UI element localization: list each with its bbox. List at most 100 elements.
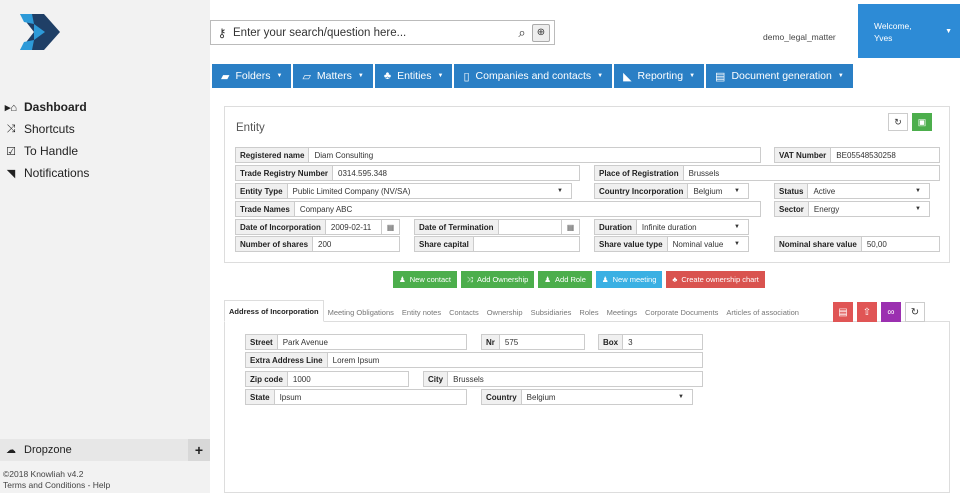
calendar-icon[interactable]: ▦	[381, 220, 399, 234]
state-field[interactable]: State Ipsum	[245, 389, 467, 405]
sidebar: ▸⌂ Dashboard ⤨ Shortcuts ☑ To Handle ◥ N…	[0, 0, 210, 493]
registered-name-field[interactable]: Registered name Diam Consulting	[235, 147, 761, 163]
current-matter: demo_legal_matter	[763, 32, 836, 42]
app-logo[interactable]	[14, 10, 64, 54]
dropzone[interactable]: ☁ Dropzone +	[0, 439, 210, 461]
menu-document-generation[interactable]: ▤ Document generation ▼	[706, 64, 853, 88]
box-field[interactable]: Box 3	[598, 334, 703, 350]
field-label: Share capital	[415, 237, 474, 251]
menu-companies-contacts[interactable]: ▯ Companies and contacts ▼	[454, 64, 613, 88]
nominal-share-value-field[interactable]: Nominal share value 50,00	[774, 236, 940, 252]
place-registration-field[interactable]: Place of Registration Brussels	[594, 165, 940, 181]
field-value: Infinite duration	[641, 222, 697, 232]
date-termination-field[interactable]: Date of Termination ▦	[414, 219, 580, 235]
field-label: State	[246, 390, 275, 404]
button-label: New contact	[409, 275, 452, 284]
tab-entity-notes[interactable]: Entity notes	[398, 303, 445, 321]
main-menu: ▰ Folders ▼ ▱ Matters ▼ ♣ Entities ▼ ▯ Companie…	[212, 64, 853, 88]
field-value: Public Limited Company (NV/SA)	[292, 186, 411, 196]
caret-down-icon: ▼	[734, 224, 740, 230]
refresh-button[interactable]: ↻	[888, 113, 908, 131]
footer-links[interactable]: Terms and Conditions - Help	[3, 480, 110, 491]
dropzone-add-button[interactable]: +	[188, 439, 210, 461]
sector-select[interactable]: Sector Energy ▼	[774, 201, 930, 217]
sidebar-item-to-handle[interactable]: ☑ To Handle	[0, 140, 89, 162]
menu-label: Folders	[235, 70, 271, 82]
tab-meetings[interactable]: Meetings	[603, 303, 641, 321]
tab-contacts[interactable]: Contacts	[445, 303, 483, 321]
upload-button[interactable]: ⇧	[857, 302, 877, 322]
sidebar-item-notifications[interactable]: ◥ Notifications	[0, 162, 90, 184]
sidebar-item-label: To Handle	[24, 144, 79, 158]
add-role-button[interactable]: ♟ Add Role	[538, 271, 592, 288]
entity-type-select[interactable]: Entity Type Public Limited Company (NV/SA…	[235, 183, 572, 199]
tab-ownership[interactable]: Ownership	[483, 303, 527, 321]
trade-registry-field[interactable]: Trade Registry Number 0314.595.348	[235, 165, 580, 181]
footer: ©2018 Knowliah v4.2 Terms and Conditions…	[3, 469, 110, 491]
create-ownership-chart-button[interactable]: ♣ Create ownership chart	[666, 271, 765, 288]
menu-folders[interactable]: ▰ Folders ▼	[212, 64, 292, 88]
sidebar-item-label: Shortcuts	[24, 122, 75, 136]
tab-corporate-documents[interactable]: Corporate Documents	[641, 303, 722, 321]
date-incorporation-field[interactable]: Date of Incorporation 2009-02-11 ▦	[235, 219, 400, 235]
trade-names-field[interactable]: Trade Names Company ABC	[235, 201, 761, 217]
menu-reporting[interactable]: ◣ Reporting ▼	[614, 64, 705, 88]
search-input[interactable]	[233, 26, 512, 39]
tab-roles[interactable]: Roles	[575, 303, 602, 321]
advanced-search-icon[interactable]: ⊕	[532, 23, 550, 42]
pdf-export-button[interactable]: ▤	[833, 302, 853, 322]
button-label: Create ownership chart	[681, 275, 759, 284]
user-menu[interactable]: Welcome, Yves ▼	[858, 4, 960, 58]
refresh-tab-button[interactable]: ↻	[905, 302, 925, 322]
field-label: Date of Termination	[415, 220, 499, 234]
vat-number-field[interactable]: VAT Number BE05548530258	[774, 147, 940, 163]
street-field[interactable]: Street Park Avenue	[245, 334, 467, 350]
tab-articles-of-association[interactable]: Articles of association	[722, 303, 803, 321]
nr-field[interactable]: Nr 575	[481, 334, 585, 350]
sidebar-item-shortcuts[interactable]: ⤨ Shortcuts	[0, 118, 89, 140]
sidebar-item-dashboard[interactable]: ▸⌂ Dashboard	[0, 96, 89, 118]
number-shares-field[interactable]: Number of shares 200	[235, 236, 400, 252]
field-label: Nominal share value	[775, 237, 862, 251]
welcome-text: Welcome,	[874, 21, 912, 31]
field-value: Park Avenue	[282, 337, 328, 347]
caret-down-icon: ▼	[734, 241, 740, 247]
tab-address-of-incorporation[interactable]: Address of Incorporation	[224, 300, 324, 322]
field-label: Place of Registration	[595, 166, 684, 180]
share-capital-field[interactable]: Share capital	[414, 236, 580, 252]
field-label: Street	[246, 335, 278, 349]
city-field[interactable]: City Brussels	[423, 371, 703, 387]
new-contact-button[interactable]: ♟ New contact	[393, 271, 458, 288]
menu-entities[interactable]: ♣ Entities ▼	[374, 64, 453, 88]
caret-down-icon: ▼	[678, 394, 684, 400]
field-label: Trade Registry Number	[236, 166, 334, 180]
zip-code-field[interactable]: Zip code 1000	[245, 371, 409, 387]
shuffle-icon: ⤨	[6, 122, 16, 135]
field-value: Diam Consulting	[314, 150, 374, 160]
tab-meeting-obligations[interactable]: Meeting Obligations	[324, 303, 398, 321]
calendar-icon[interactable]: ▦	[561, 220, 579, 234]
save-button[interactable]: ▣	[912, 113, 932, 131]
field-value: Active	[813, 186, 836, 196]
country-select[interactable]: Country Belgium ▼	[481, 389, 693, 405]
status-select[interactable]: Status Active ▼	[774, 183, 930, 199]
share-value-type-select[interactable]: Share value type Nominal value ▼	[594, 236, 749, 252]
duration-select[interactable]: Duration Infinite duration ▼	[594, 219, 749, 235]
sidebar-item-label: Dashboard	[24, 100, 87, 114]
add-ownership-button[interactable]: ⤨ Add Ownership	[461, 271, 535, 288]
link-button[interactable]: ∞	[881, 302, 901, 322]
field-value: Belgium	[526, 392, 556, 402]
field-label: Extra Address Line	[246, 353, 328, 367]
extra-address-field[interactable]: Extra Address Line Lorem Ipsum	[245, 352, 703, 368]
country-incorporation-select[interactable]: Country Incorporation Belgium ▼	[594, 183, 749, 199]
new-meeting-button[interactable]: ♟ New meeting	[595, 271, 663, 288]
menu-matters[interactable]: ▱ Matters ▼	[293, 64, 373, 88]
field-value: Ipsum	[279, 392, 302, 402]
book-icon: ▱	[302, 70, 311, 83]
menu-label: Matters	[316, 70, 352, 82]
field-value: 200	[318, 239, 332, 249]
tab-subsidiaries[interactable]: Subsidiaries	[527, 303, 576, 321]
field-label: Date of Incorporation	[236, 220, 326, 234]
search-icon[interactable]: ⌕	[512, 25, 532, 41]
field-label: Duration	[595, 220, 637, 234]
